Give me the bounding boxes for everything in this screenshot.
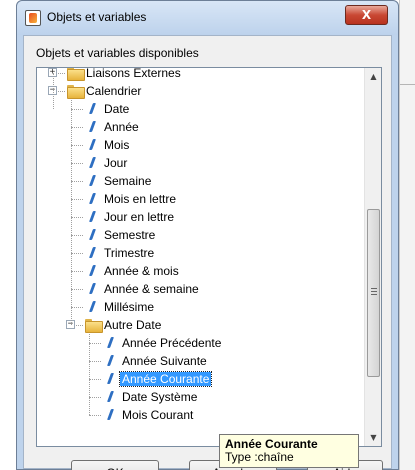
tree-node-label[interactable]: Liaisons Externes [84, 68, 183, 80]
tree-node[interactable]: Année Suivante [37, 352, 365, 370]
tree-trunk [89, 334, 90, 415]
tree-node-label[interactable]: Trimestre [102, 246, 156, 260]
object-icon [87, 193, 97, 205]
tree-node[interactable]: Année Courante [37, 370, 365, 388]
tree-node[interactable]: Semaine [37, 172, 365, 190]
scroll-thumb[interactable] [367, 209, 380, 377]
tooltip-type: Type :chaîne [225, 450, 294, 464]
tree-node-label[interactable]: Semaine [102, 174, 153, 188]
folder-open-icon [67, 85, 85, 99]
tree-connector [71, 271, 83, 272]
tree-node[interactable]: Millésime [37, 298, 365, 316]
tree-node-label[interactable]: Date Système [120, 390, 199, 404]
grip-icon [371, 288, 377, 295]
tree-node[interactable]: Année [37, 118, 365, 136]
window-title: Objets et variables [47, 10, 147, 24]
tree-connector [71, 163, 83, 164]
tree-node[interactable]: Jour en lettre [37, 208, 365, 226]
object-icon [87, 175, 97, 187]
tree-node-label[interactable]: Année Suivante [120, 354, 209, 368]
tree-trunk [53, 73, 54, 109]
object-tree[interactable]: + Liaisons Externes − Calendrier Date Année Mo… [36, 67, 382, 447]
object-icon [87, 247, 97, 259]
tree-connector [71, 181, 83, 182]
tree-node[interactable]: Année & mois [37, 262, 365, 280]
tree-node-label[interactable]: Année Précédente [120, 336, 223, 350]
object-icon [87, 265, 97, 277]
tree-connector [89, 361, 101, 362]
scroll-down-icon[interactable]: ▼ [365, 429, 381, 446]
tree-node[interactable]: Semestre [37, 226, 365, 244]
dialog-body: Objets et variables disponibles + Liaison… [23, 35, 392, 470]
available-items-label: Objets et variables disponibles [36, 46, 199, 60]
ok-button[interactable]: OK [71, 460, 159, 470]
object-icon [105, 337, 115, 349]
tree-node[interactable]: Date [37, 100, 365, 118]
background-divider [400, 84, 415, 85]
tree-connector [89, 415, 101, 416]
object-icon [87, 121, 97, 133]
folder-icon [67, 68, 85, 81]
object-icon [87, 103, 97, 115]
close-button[interactable]: X [345, 5, 388, 25]
folder-open-icon [85, 319, 103, 333]
object-icon [87, 283, 97, 295]
tree-connector [71, 307, 83, 308]
app-icon [25, 10, 41, 26]
tree-node-label[interactable]: Année & mois [102, 264, 181, 278]
tree-node[interactable]: Mois en lettre [37, 190, 365, 208]
tree-node[interactable]: Mois [37, 136, 365, 154]
tree-node-label[interactable]: Autre Date [102, 318, 163, 332]
tree-node[interactable]: Mois Courant [37, 406, 365, 424]
tree-trunk [71, 100, 72, 325]
tree-connector [71, 253, 83, 254]
tree-connector [71, 289, 83, 290]
tree-node-label[interactable]: Mois Courant [120, 408, 195, 422]
tree-node-label[interactable]: Mois [102, 138, 131, 152]
object-icon [105, 409, 115, 421]
tooltip: Année Courante Type :chaîne [219, 434, 359, 468]
objects-variables-dialog: Objets et variables X Objets et variable… [16, 0, 399, 470]
tree-node-label[interactable]: Calendrier [84, 84, 143, 98]
tree-node-label[interactable]: Millésime [102, 300, 156, 314]
object-icon [105, 355, 115, 367]
object-icon [105, 391, 115, 403]
tree-node-label[interactable]: Jour [102, 156, 129, 170]
tree-node[interactable]: + Liaisons Externes [37, 68, 365, 82]
tree-node[interactable]: Date Système [37, 388, 365, 406]
tree-connector [71, 199, 83, 200]
tree-node[interactable]: − Calendrier [37, 82, 365, 100]
tree-connector [89, 379, 101, 380]
tree-node-label[interactable]: Mois en lettre [102, 192, 178, 206]
tree-connector [71, 145, 83, 146]
tree-rows: + Liaisons Externes − Calendrier Date Année Mo… [37, 68, 365, 424]
vertical-scrollbar[interactable]: ▲ ▼ [364, 68, 381, 446]
tree-node-label[interactable]: Année [102, 120, 141, 134]
object-icon [105, 373, 115, 385]
title-bar[interactable]: Objets et variables X [17, 1, 398, 35]
tree-connector [89, 397, 101, 398]
tree-node[interactable]: Année Précédente [37, 334, 365, 352]
tree-node-label[interactable]: Année & semaine [102, 282, 201, 296]
tree-node-label[interactable]: Semestre [102, 228, 157, 242]
tree-node[interactable]: Trimestre [37, 244, 365, 262]
tree-node[interactable]: − Autre Date [37, 316, 365, 334]
scroll-up-icon[interactable]: ▲ [365, 68, 381, 85]
tree-connector [71, 109, 83, 110]
tree-connector [71, 127, 83, 128]
tree-node[interactable]: Jour [37, 154, 365, 172]
tree-connector [89, 343, 101, 344]
object-icon [87, 301, 97, 313]
tree-node[interactable]: Année & semaine [37, 280, 365, 298]
object-icon [87, 139, 97, 151]
tree-connector [71, 217, 83, 218]
object-icon [87, 211, 97, 223]
tree-node-label[interactable]: Date [102, 102, 131, 116]
object-icon [87, 157, 97, 169]
tree-node-label[interactable]: Jour en lettre [102, 210, 176, 224]
background-app-strip [399, 0, 415, 470]
object-icon [87, 229, 97, 241]
tree-connector [71, 235, 83, 236]
tree-node-label-selected[interactable]: Année Courante [118, 371, 213, 387]
